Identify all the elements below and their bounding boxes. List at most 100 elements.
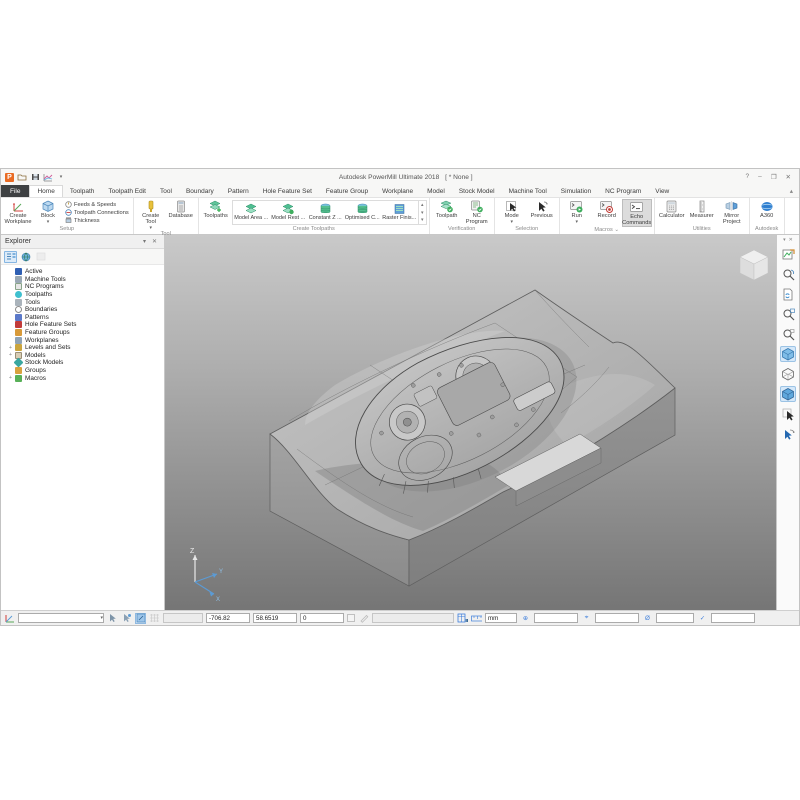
echo-commands-button[interactable]: Echo Commands <box>622 199 652 227</box>
tab-view[interactable]: View <box>648 185 676 197</box>
tree-item-patterns[interactable]: Patterns <box>7 314 164 322</box>
mode-dropdown-icon[interactable]: ▾ <box>510 219 513 225</box>
tree-item-hole-feature-sets[interactable]: Hole Feature Sets <box>7 321 164 329</box>
coord-z-field[interactable]: 0 <box>300 613 344 623</box>
tab-file[interactable]: File <box>1 185 29 197</box>
crosshair-value-field[interactable] <box>534 613 578 623</box>
measurer-button[interactable]: Measurer <box>687 199 717 226</box>
explorer-extra-button[interactable] <box>34 251 47 263</box>
toolpath-connections-button[interactable]: Toolpath Connections <box>65 209 129 216</box>
ribbon-collapse-icon[interactable]: ▴ <box>790 185 799 197</box>
workplane-combo-arrow-icon[interactable]: ▾ <box>100 615 103 621</box>
status-cursor-tool-icon[interactable] <box>107 613 118 624</box>
optimised-constant-z-button[interactable]: Optimised C... <box>344 201 381 224</box>
status-pencil-icon[interactable] <box>358 613 369 624</box>
status-diameter-icon[interactable]: Ø <box>642 613 653 624</box>
calculator-button[interactable]: Calculator <box>657 199 687 226</box>
wireframe-view-button[interactable] <box>780 366 796 382</box>
explorer-dropdown-icon[interactable]: ▾ <box>140 238 149 245</box>
run-dropdown-icon[interactable]: ▾ <box>575 219 578 225</box>
select-cursor-button[interactable] <box>780 406 796 422</box>
status-table-pause-icon[interactable] <box>457 613 468 624</box>
tab-pattern[interactable]: Pattern <box>221 185 256 197</box>
tree-item-groups[interactable]: Groups <box>7 367 164 375</box>
previous-view-button[interactable] <box>780 246 796 262</box>
tab-machine-tool[interactable]: Machine Tool <box>502 185 554 197</box>
levels-expander-icon[interactable]: + <box>7 345 14 351</box>
tree-item-feature-groups[interactable]: Feature Groups <box>7 329 164 337</box>
model-area-clearance-button[interactable]: Model Area ... <box>233 201 270 224</box>
tree-item-macros[interactable]: + Macros <box>7 374 164 382</box>
macros-expander-icon[interactable]: + <box>7 375 14 381</box>
status-tolerance-icon[interactable]: ✓ <box>697 613 708 624</box>
tab-nc-program[interactable]: NC Program <box>598 185 648 197</box>
tab-hole-feature-set[interactable]: Hole Feature Set <box>256 185 319 197</box>
selection-mode-button[interactable]: Mode ▾ <box>497 199 527 226</box>
tree-item-stock-models[interactable]: Stock Models <box>7 359 164 367</box>
zoom-previous-button[interactable] <box>780 326 796 342</box>
coord-y-field[interactable]: 58.6519 <box>253 613 297 623</box>
a360-button[interactable]: A360 <box>752 199 782 226</box>
status-checkbox[interactable] <box>347 614 355 622</box>
iso-view-button[interactable] <box>780 346 796 362</box>
tree-item-toolpaths[interactable]: Toolpaths <box>7 291 164 299</box>
status-measure-icon[interactable] <box>471 613 482 624</box>
macro-run-button[interactable]: Run ▾ <box>562 199 592 227</box>
minimize-button[interactable]: – <box>758 173 762 181</box>
status-crosshair-icon[interactable]: ⊕ <box>520 613 531 624</box>
diameter-value-field[interactable] <box>656 613 694 623</box>
open-project-icon[interactable] <box>17 173 27 182</box>
tab-toolpath[interactable]: Toolpath <box>63 185 102 197</box>
view-cube[interactable] <box>740 250 768 280</box>
constant-z-finishing-button[interactable]: Constant Z ... <box>307 201 344 224</box>
tree-item-active[interactable]: Active <box>7 268 164 276</box>
explorer-web-button[interactable] <box>19 251 32 263</box>
tab-toolpath-edit[interactable]: Toolpath Edit <box>101 185 153 197</box>
feeds-speeds-button[interactable]: Feeds & Speeds <box>65 201 129 208</box>
database-button[interactable]: Database <box>166 199 196 231</box>
macros-dialog-launcher-icon[interactable]: ⌄ <box>614 227 619 233</box>
raster-finishing-button[interactable]: Raster Finis... <box>381 201 418 224</box>
toolpaths-button[interactable]: Toolpaths <box>201 199 231 226</box>
explorer-tree-view-button[interactable] <box>4 251 17 263</box>
status-position-tool-icon[interactable] <box>135 613 146 624</box>
tree-item-machine-tools[interactable]: Machine Tools <box>7 276 164 284</box>
gallery-up-icon[interactable]: ▴ <box>421 202 424 208</box>
macro-record-button[interactable]: Record <box>592 199 622 227</box>
tolerance-value-field[interactable] <box>711 613 755 623</box>
refresh-view-button[interactable] <box>780 286 796 302</box>
tab-tool[interactable]: Tool <box>153 185 179 197</box>
tab-stock-model[interactable]: Stock Model <box>452 185 502 197</box>
zoom-to-fit-button[interactable] <box>780 266 796 282</box>
undo-select-cursor-button[interactable] <box>780 426 796 442</box>
tree-item-boundaries[interactable]: Boundaries <box>7 306 164 314</box>
view-toolbar-close-icon[interactable]: ✕ <box>789 237 793 243</box>
status-pin-icon[interactable]: ⌖ <box>581 613 592 624</box>
block-dropdown-icon[interactable]: ▾ <box>47 219 50 225</box>
quick-access-dropdown-icon[interactable]: ▾ <box>56 173 66 182</box>
coord-x-field[interactable]: -706.82 <box>206 613 250 623</box>
tab-boundary[interactable]: Boundary <box>179 185 221 197</box>
gallery-more-icon[interactable]: ▾ <box>421 217 424 223</box>
save-project-icon[interactable] <box>30 173 40 182</box>
explorer-close-icon[interactable]: ✕ <box>149 238 160 245</box>
powermill-logo-icon[interactable]: P <box>5 173 14 182</box>
tree-item-models[interactable]: + Models <box>7 352 164 360</box>
workplane-combo[interactable]: ▾ <box>18 613 104 623</box>
selection-previous-button[interactable]: Previous <box>527 199 557 226</box>
status-grid-icon[interactable] <box>149 613 160 624</box>
gallery-down-icon[interactable]: ▾ <box>421 210 424 216</box>
tab-simulation[interactable]: Simulation <box>554 185 598 197</box>
units-field[interactable]: mm <box>485 613 517 623</box>
create-tool-button[interactable]: Create Tool ▾ <box>136 199 166 231</box>
plot-icon[interactable] <box>43 173 53 182</box>
restore-button[interactable]: ❐ <box>771 173 777 181</box>
mirror-project-button[interactable]: Mirror Project <box>717 199 747 226</box>
status-workplane-icon[interactable] <box>4 613 15 624</box>
tree-item-workplanes[interactable]: Workplanes <box>7 336 164 344</box>
close-button[interactable]: ✕ <box>786 173 791 181</box>
tree-item-tools[interactable]: Tools <box>7 298 164 306</box>
zoom-window-button[interactable] <box>780 306 796 322</box>
shaded-view-button[interactable] <box>780 386 796 402</box>
verify-toolpath-button[interactable]: Toolpath <box>432 199 462 226</box>
